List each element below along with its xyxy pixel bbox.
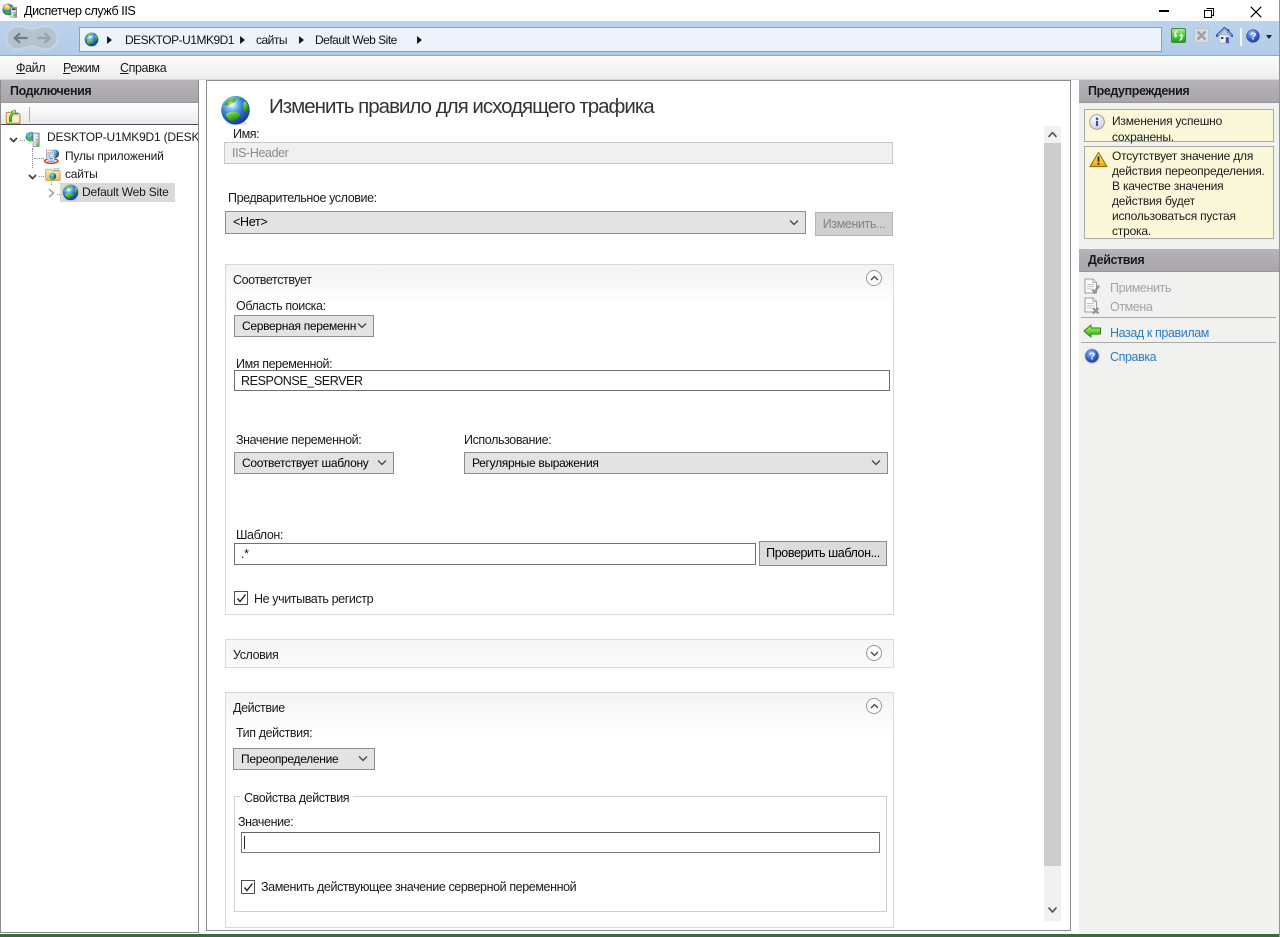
svg-text:?: ? [1250, 31, 1256, 43]
svg-text:?: ? [1089, 351, 1095, 363]
